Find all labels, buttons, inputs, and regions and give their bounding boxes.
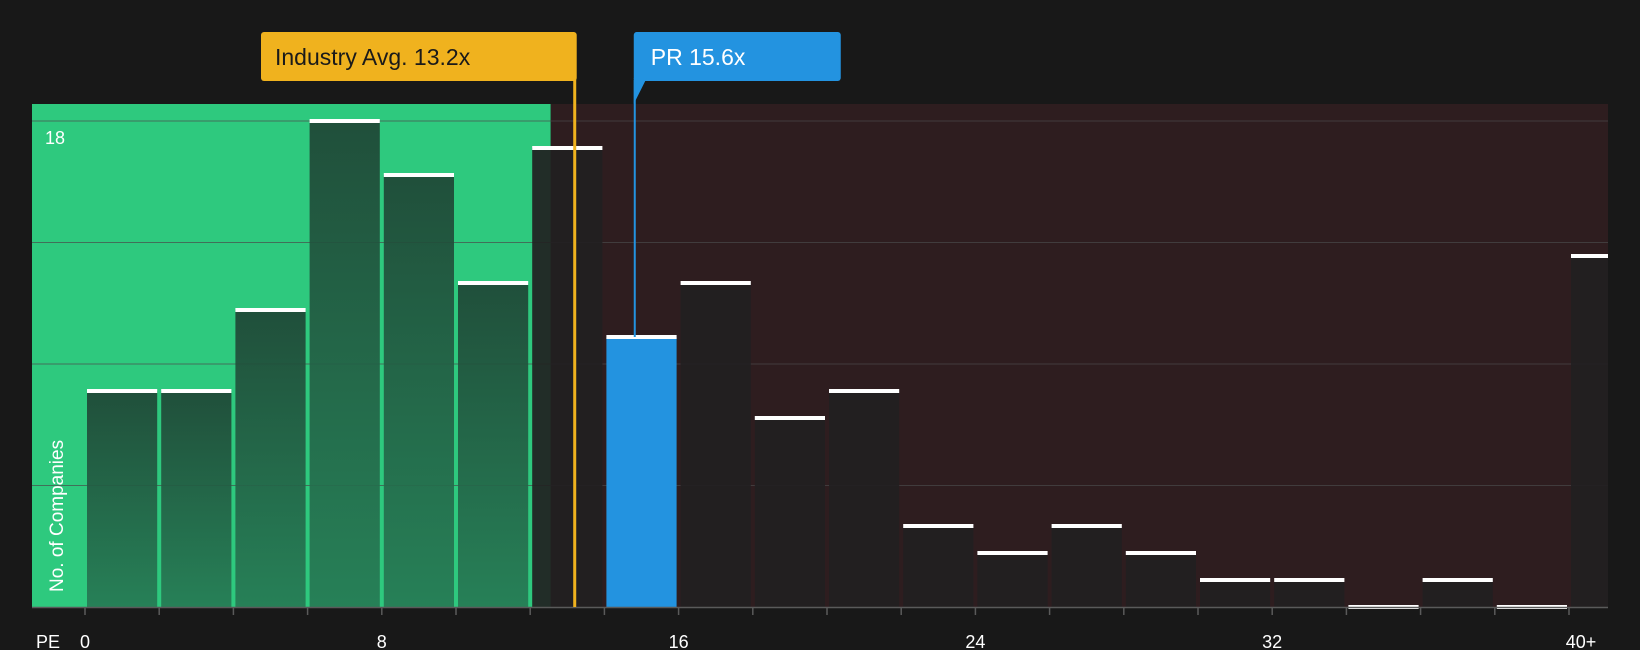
bar-cap (1571, 254, 1608, 258)
bar-cap (87, 389, 158, 393)
x-axis (32, 606, 1608, 615)
x-axis-title: PE (36, 632, 60, 650)
bar-cap (977, 551, 1048, 555)
histogram-bar (977, 553, 1048, 607)
histogram-bar (235, 310, 306, 607)
histogram-bar (903, 526, 974, 607)
histogram-bar (754, 418, 825, 607)
x-tick-label: 8 (377, 632, 387, 650)
histogram-bar (680, 283, 751, 607)
histogram-bar (532, 148, 603, 607)
bar-cap (1200, 578, 1271, 582)
bar-cap (606, 335, 677, 339)
x-tick-label: 0 (80, 632, 90, 650)
bar-cap (1274, 578, 1345, 582)
x-tick-label: 32 (1262, 632, 1282, 650)
bar-cap (532, 146, 603, 150)
x-tick-label: 24 (965, 632, 985, 650)
bar-cap (383, 173, 454, 177)
y-tick-label: 18 (45, 128, 65, 148)
bar-cap (235, 308, 306, 312)
x-tick-labels: 0 8 16 24 32 40+ (80, 632, 1596, 650)
histogram-bar (1125, 553, 1196, 607)
y-axis-title: No. of Companies (47, 440, 68, 592)
bar-cap (161, 389, 232, 393)
bar-cap (1125, 551, 1196, 555)
histogram-bar (829, 391, 900, 607)
histogram-bar (1274, 580, 1345, 607)
histogram-bar (87, 391, 158, 607)
company-pe-label: PR 15.6x (651, 44, 746, 70)
histogram-bar (309, 121, 380, 607)
x-tick-label: 16 (669, 632, 689, 650)
industry-avg-label: Industry Avg. 13.2x (275, 44, 471, 70)
pe-distribution-chart: Industry Avg. 13.2x PR 15.6x No. of Comp… (32, 32, 1608, 650)
bar-cap (680, 281, 751, 285)
x-tick-label: 40+ (1566, 632, 1597, 650)
histogram-bar (1571, 256, 1608, 607)
bar-cap (309, 119, 380, 123)
histogram-bar (1200, 580, 1271, 607)
histogram-bar (1422, 580, 1493, 607)
bar-cap (1422, 578, 1493, 582)
bar-cap (754, 416, 825, 420)
histogram-bar (1051, 526, 1122, 607)
bar-cap (829, 389, 900, 393)
histogram-bar (161, 391, 232, 607)
histogram-bar (606, 337, 677, 607)
bar-cap (1051, 524, 1122, 528)
bar-cap (458, 281, 529, 285)
histogram-bar (458, 283, 529, 607)
bar-cap (903, 524, 974, 528)
histogram-bar (383, 175, 454, 607)
